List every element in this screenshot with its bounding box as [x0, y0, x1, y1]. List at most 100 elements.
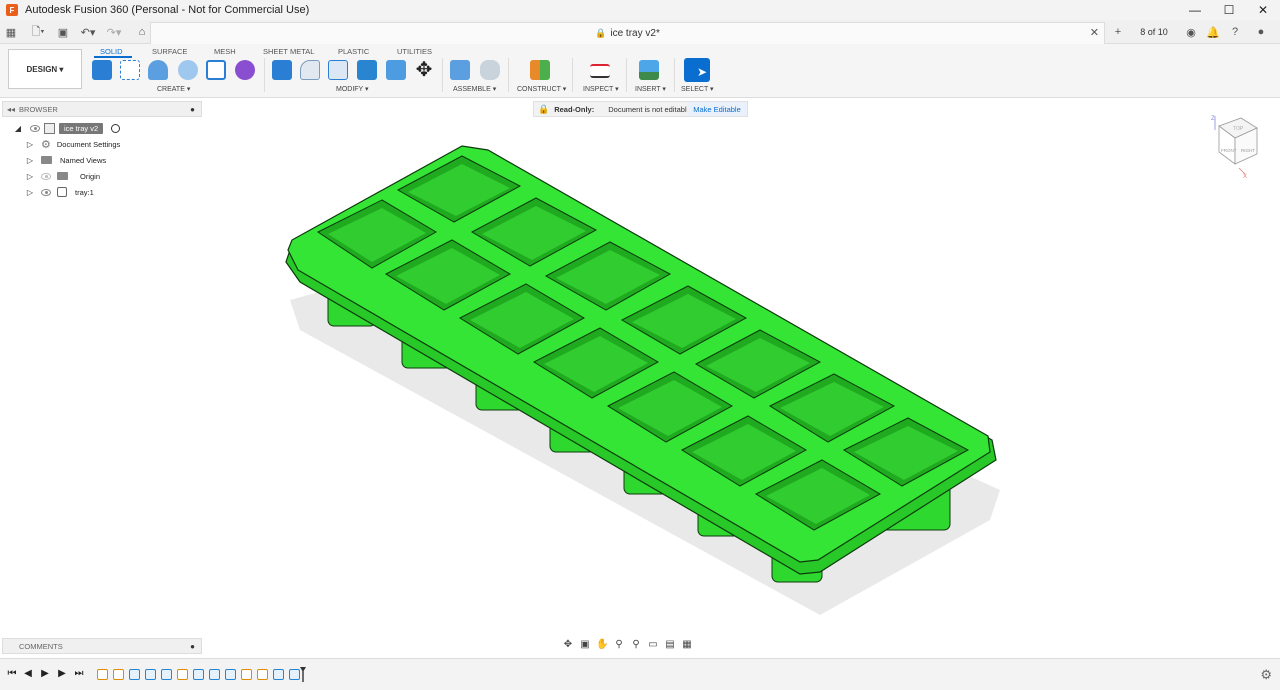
timeline-feature-extrude[interactable]: [145, 669, 156, 680]
combine-icon[interactable]: [357, 60, 377, 80]
close-tab-icon[interactable]: ✕: [1090, 26, 1099, 39]
orbit-icon[interactable]: ✥: [562, 639, 574, 651]
timeline-feature-fillet[interactable]: [161, 669, 172, 680]
tree-item-tray[interactable]: ▷ tray:1: [26, 184, 94, 200]
joint-icon[interactable]: [480, 60, 500, 80]
tree-item-named-views[interactable]: ▷ Named Views: [26, 152, 106, 168]
save-icon[interactable]: ▣: [56, 24, 70, 40]
expand-icon[interactable]: ▷: [26, 140, 34, 149]
measure-icon[interactable]: [590, 64, 610, 78]
help-icon[interactable]: ?: [1228, 24, 1242, 40]
tree-root[interactable]: ◢ ice tray v2: [14, 120, 121, 136]
tab-surface[interactable]: SURFACE: [152, 45, 187, 57]
sweep-icon[interactable]: [206, 60, 226, 80]
timeline-feature-fillet[interactable]: [289, 669, 300, 680]
offset-plane-icon[interactable]: [530, 60, 550, 80]
notifications-icon[interactable]: 🔔: [1206, 24, 1220, 40]
visibility-off-icon[interactable]: [41, 172, 51, 180]
canvas-viewport[interactable]: [203, 98, 1280, 658]
insert-menu[interactable]: INSERT ▾: [635, 85, 666, 93]
pin-icon[interactable]: ●: [190, 105, 195, 114]
assemble-menu[interactable]: ASSEMBLE ▾: [453, 85, 496, 93]
document-tab[interactable]: 🔒 ice tray v2* ✕: [150, 22, 1105, 44]
select-cursor-icon[interactable]: ➤: [684, 58, 710, 82]
revolve-icon[interactable]: [178, 60, 198, 80]
view-cube[interactable]: TOP FRONT RIGHT Z X: [1205, 112, 1265, 180]
zoom-icon[interactable]: ⚲: [613, 639, 625, 651]
timeline-feature-sketch[interactable]: [241, 669, 252, 680]
tab-plastic[interactable]: PLASTIC: [338, 45, 369, 57]
tree-item-origin[interactable]: ▷ Origin: [26, 168, 100, 184]
maximize-button[interactable]: ☐: [1212, 0, 1246, 20]
timeline-marker[interactable]: [300, 667, 306, 682]
timeline-play-icon[interactable]: ▶: [39, 668, 51, 682]
fit-icon[interactable]: ⚲: [630, 639, 642, 651]
close-window-button[interactable]: ✕: [1246, 0, 1280, 20]
tab-mesh[interactable]: MESH: [214, 45, 236, 57]
form-icon[interactable]: [235, 60, 255, 80]
press-pull-icon[interactable]: [272, 60, 292, 80]
job-status[interactable]: 8 of 10: [1132, 24, 1176, 40]
inspect-menu[interactable]: INSPECT ▾: [583, 85, 619, 93]
construct-menu[interactable]: CONSTRUCT ▾: [517, 85, 566, 93]
extrude-icon[interactable]: [148, 60, 168, 80]
workspace-switcher[interactable]: DESIGN ▾: [8, 49, 82, 89]
timeline-feature-sketch[interactable]: [257, 669, 268, 680]
timeline-feature-extrude[interactable]: [273, 669, 284, 680]
timeline-start-icon[interactable]: ⏮: [6, 668, 18, 682]
app-grid-icon[interactable]: ▦: [4, 24, 18, 40]
home-icon[interactable]: ⌂: [134, 24, 150, 40]
timeline-settings-gear-icon[interactable]: ⚙: [1260, 667, 1272, 683]
viewcube-right-label[interactable]: RIGHT: [1241, 148, 1255, 153]
tab-sheet-metal[interactable]: SHEET METAL: [263, 45, 314, 57]
new-component-icon[interactable]: [92, 60, 112, 80]
display-settings-icon[interactable]: ▭: [647, 639, 659, 651]
undo-icon[interactable]: ↶▾: [78, 24, 98, 40]
move-icon[interactable]: ✥: [414, 60, 434, 80]
viewcube-front-label[interactable]: FRONT: [1221, 148, 1237, 153]
timeline-next-icon[interactable]: ▶: [56, 668, 68, 682]
timeline-feature-shell[interactable]: [209, 669, 220, 680]
activate-radio-icon[interactable]: [111, 123, 121, 133]
expand-icon[interactable]: ▷: [26, 156, 34, 165]
visibility-icon[interactable]: [30, 124, 40, 132]
tab-utilities[interactable]: UTILITIES: [397, 45, 432, 57]
look-at-icon[interactable]: ▣: [579, 639, 591, 651]
shell-icon[interactable]: [328, 60, 348, 80]
viewcube-top-label[interactable]: TOP: [1233, 126, 1244, 132]
redo-icon[interactable]: ↷▾: [104, 24, 124, 40]
comments-panel-header[interactable]: COMMENTS ●: [2, 638, 202, 654]
collapse-browser-icon[interactable]: ◂◂: [7, 105, 15, 114]
new-tab-icon[interactable]: +: [1110, 24, 1126, 40]
visibility-icon[interactable]: [41, 188, 51, 196]
viewports-icon[interactable]: ▦: [681, 639, 693, 651]
expand-icon[interactable]: ▷: [26, 188, 34, 197]
insert-image-icon[interactable]: [639, 60, 659, 80]
timeline-feature-sketch[interactable]: [113, 669, 124, 680]
split-body-icon[interactable]: [386, 60, 406, 80]
tree-item-document-settings[interactable]: ▷ ⚙ Document Settings: [26, 136, 120, 152]
timeline-feature-extrude[interactable]: [129, 669, 140, 680]
expand-icon[interactable]: ▷: [26, 172, 34, 181]
browser-panel-header[interactable]: ◂◂ BROWSER ●: [2, 101, 202, 117]
fillet-icon[interactable]: [300, 60, 320, 80]
expand-icon[interactable]: ◢: [14, 124, 22, 133]
select-menu[interactable]: SELECT ▾: [681, 85, 714, 93]
minimize-button[interactable]: —: [1178, 0, 1212, 20]
timeline-end-icon[interactable]: ⏭: [73, 668, 85, 682]
timeline-feature-fillet[interactable]: [225, 669, 236, 680]
timeline-prev-icon[interactable]: ◀: [22, 668, 34, 682]
create-sketch-icon[interactable]: [120, 60, 140, 80]
account-avatar[interactable]: ●: [1252, 24, 1270, 40]
timeline-feature-sketch[interactable]: [97, 669, 108, 680]
modify-menu[interactable]: MODIFY ▾: [336, 85, 369, 93]
pan-icon[interactable]: ✋: [596, 639, 608, 651]
timeline-feature-pattern[interactable]: [193, 669, 204, 680]
new-component-assemble-icon[interactable]: [450, 60, 470, 80]
create-menu[interactable]: CREATE ▾: [157, 85, 190, 93]
timeline-feature-sketch[interactable]: [177, 669, 188, 680]
file-menu-icon[interactable]: 🗋▾: [28, 24, 48, 40]
grid-snaps-icon[interactable]: ▤: [664, 639, 676, 651]
online-status-icon[interactable]: ◉: [1184, 24, 1198, 40]
pin-icon[interactable]: ●: [190, 642, 195, 651]
